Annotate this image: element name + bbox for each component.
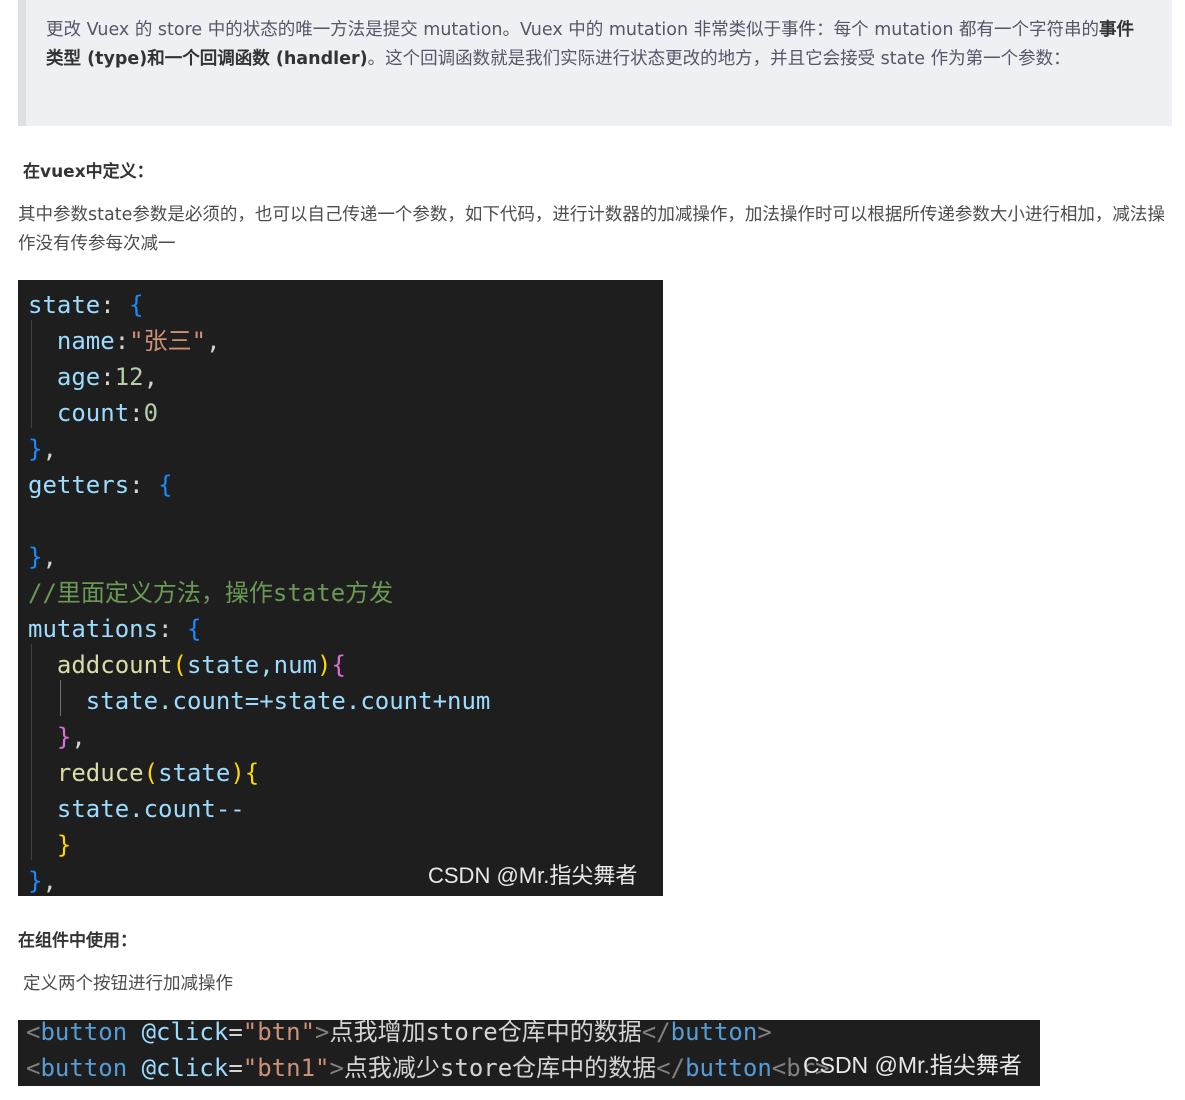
- code-line: },: [28, 543, 57, 571]
- code-line: state.count--: [56, 795, 245, 823]
- code-line: name:"张三",: [56, 327, 221, 355]
- code-line: addcount(state,num){: [56, 651, 346, 679]
- code-line: }: [56, 831, 72, 859]
- code-line: reduce(state){: [56, 759, 260, 787]
- code-line: mutations: {: [28, 615, 202, 643]
- code-line: <button @click="btn1">点我减少store仓库中的数据</b…: [26, 1054, 830, 1082]
- paragraph-buttons: 定义两个按钮进行加减操作: [23, 974, 233, 994]
- paragraph-explanation: 其中参数state参数是必须的，也可以自己传递一个参数，如下代码，进行计数器的加…: [18, 205, 1165, 254]
- code-line: state.count=+state.count+num: [85, 687, 491, 715]
- code-line: },: [28, 435, 57, 463]
- heading-use-in-component: 在组件中使用：: [18, 931, 137, 951]
- quote-text-1: 更改 Vuex 的 store 中的状态的唯一方法是提交 mutation。Vu…: [46, 20, 1100, 40]
- code-line: state: {: [28, 291, 144, 319]
- code-line: },: [28, 867, 57, 895]
- heading-define-in-vuex: 在vuex中定义：: [23, 162, 154, 182]
- quote-text-2: 。这个回调函数就是我们实际进行状态更改的地方，并且它会接受 state 作为第一…: [367, 49, 1071, 69]
- code-line: <button @click="btn">点我增加store仓库中的数据</bu…: [26, 1020, 772, 1046]
- blockquote: 更改 Vuex 的 store 中的状态的唯一方法是提交 mutation。Vu…: [18, 0, 1172, 126]
- code-line: },: [56, 723, 86, 751]
- code-line: getters: {: [28, 471, 173, 499]
- code-screenshot-store: state: { name:"张三", age:12, count:0 }, g…: [18, 280, 663, 896]
- code-line: count:0: [56, 399, 159, 427]
- code-screenshot-buttons: <button @click="btn">点我增加store仓库中的数据</bu…: [18, 1020, 1040, 1086]
- code-line: age:12,: [56, 363, 159, 391]
- watermark: CSDN @Mr.指尖舞者: [428, 863, 638, 888]
- watermark: CSDN @Mr.指尖舞者: [803, 1052, 1022, 1078]
- code-comment: //里面定义方法，操作state方发: [28, 579, 394, 607]
